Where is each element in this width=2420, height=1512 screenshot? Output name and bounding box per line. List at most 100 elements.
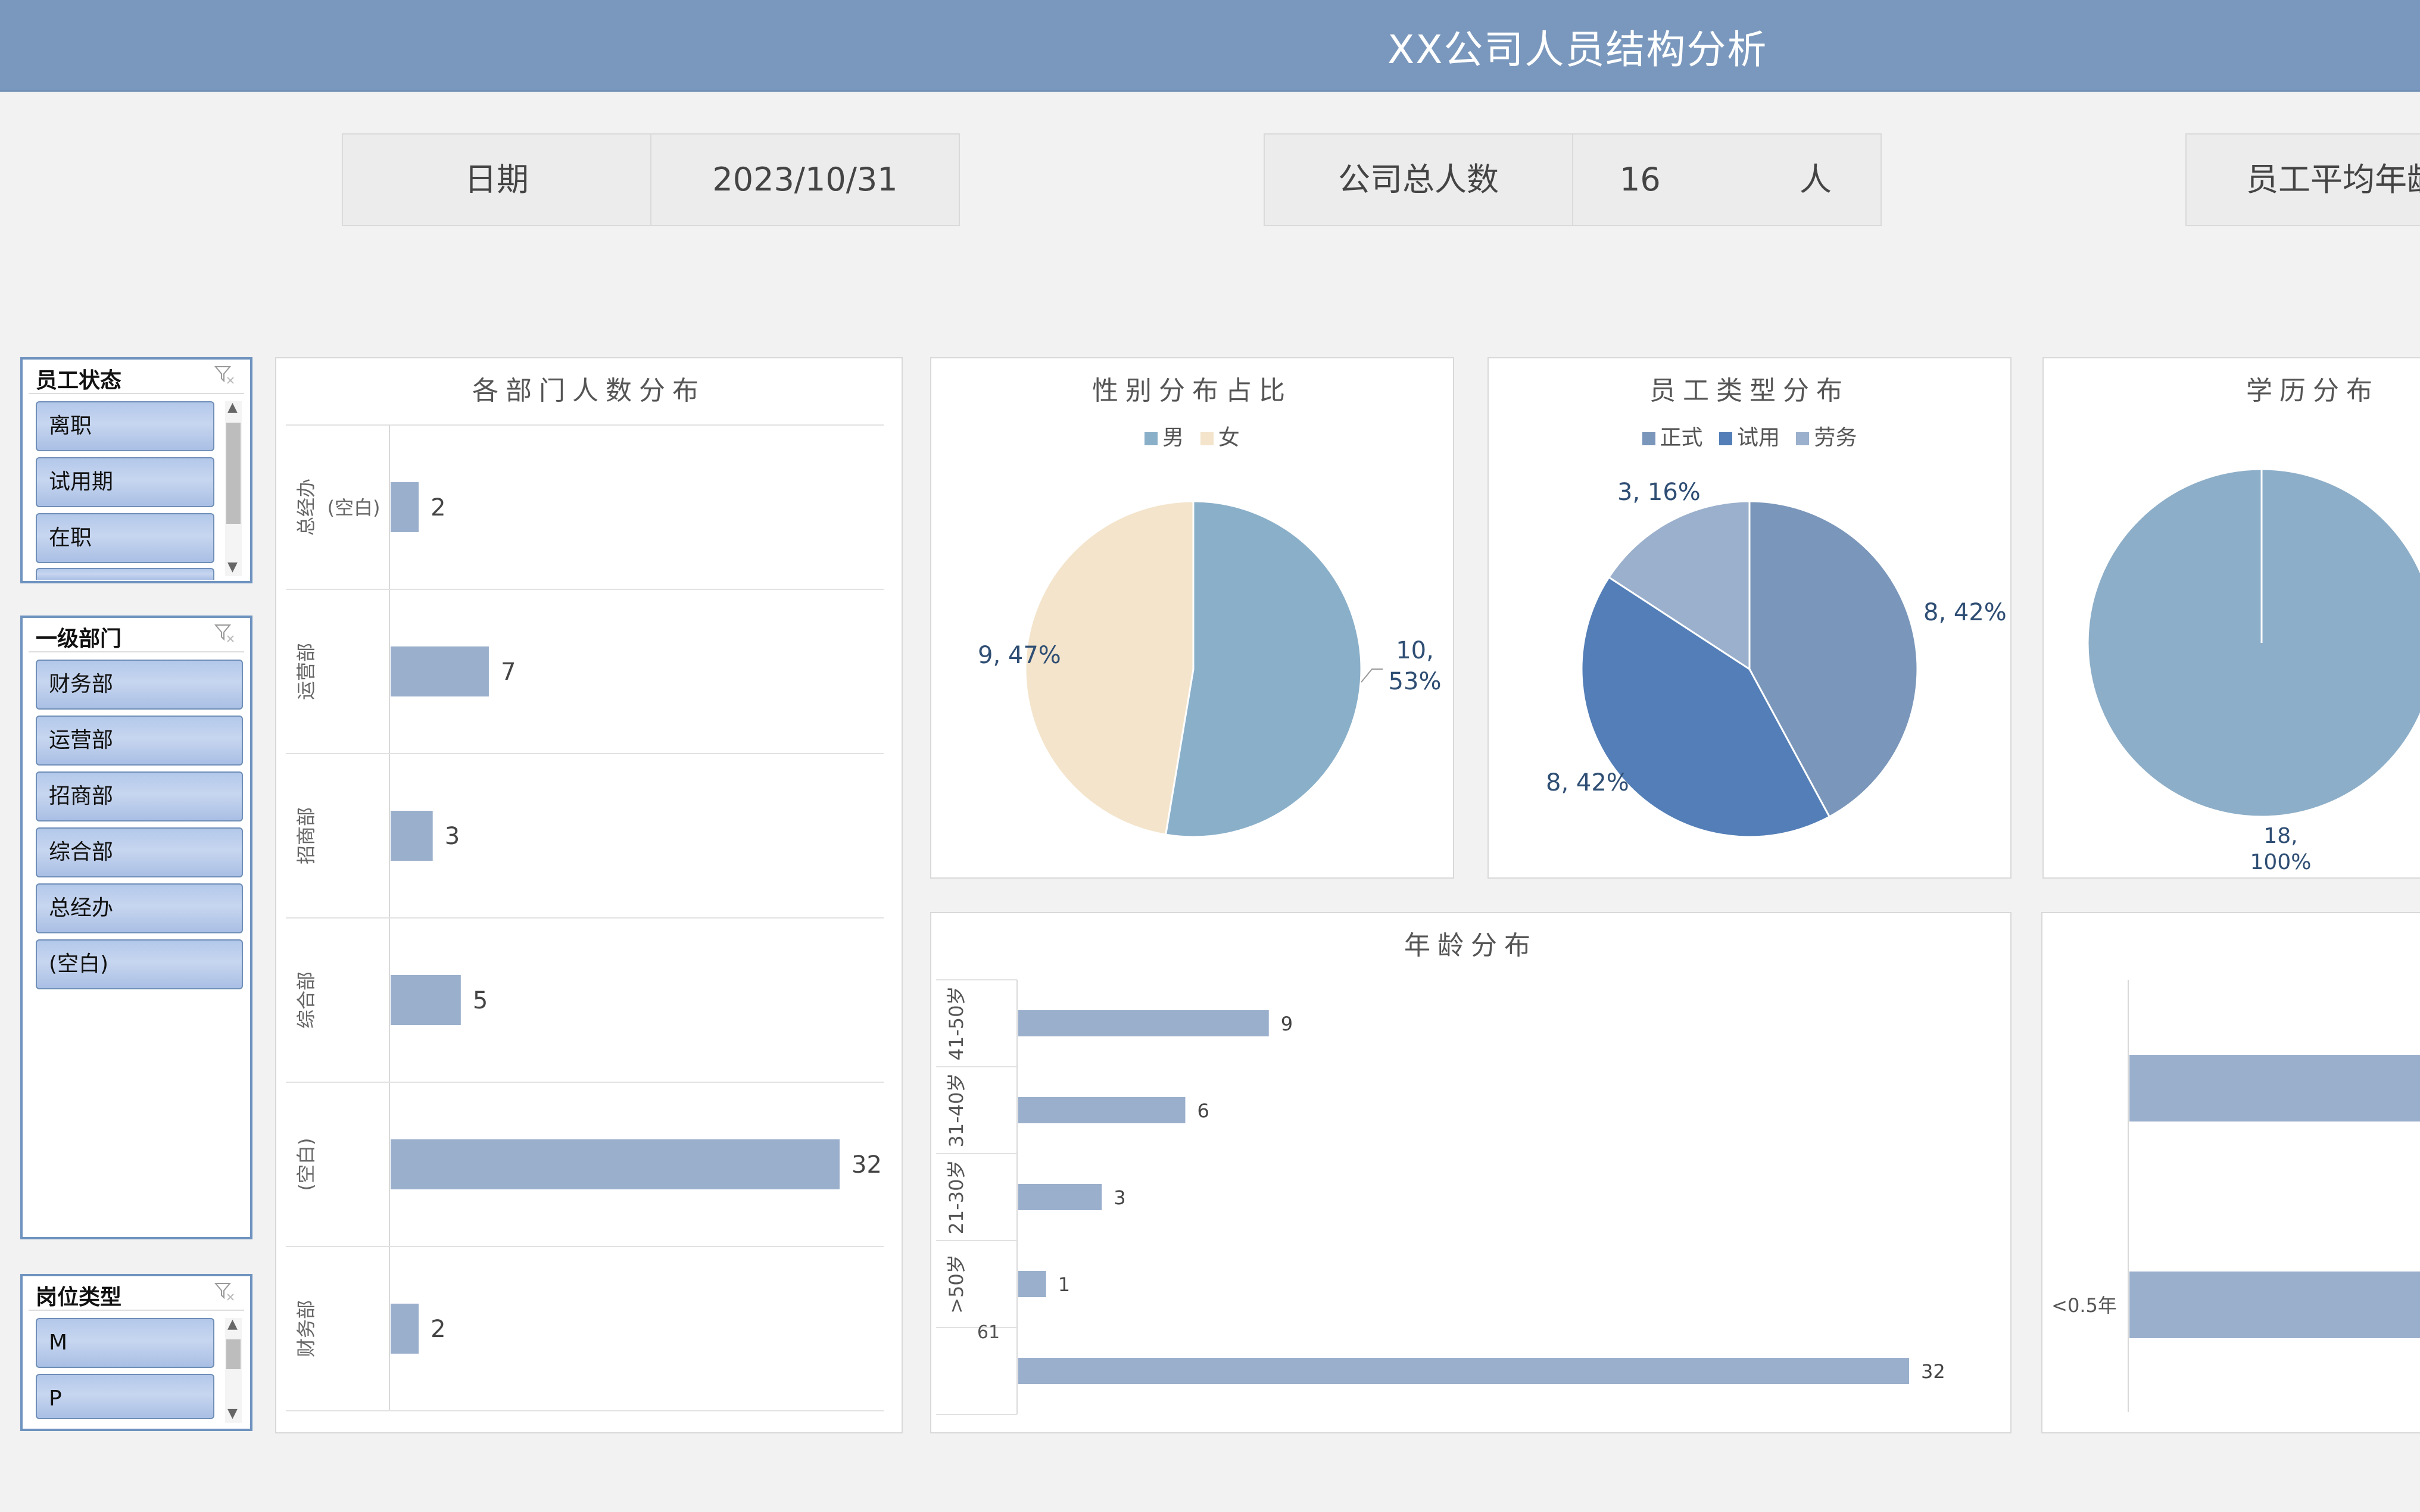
- scrollbar-thumb[interactable]: [226, 423, 241, 524]
- scroll-down-icon[interactable]: ▼: [227, 1407, 238, 1420]
- slicer-title: 岗位类型: [36, 1285, 122, 1310]
- type-chart: 8, 42% 8, 42% 3, 16%: [1546, 479, 2007, 838]
- bar: [391, 1139, 840, 1189]
- tenure-chart-panel: <0.5年: [2041, 912, 2420, 1433]
- slicer-item-probation[interactable]: 试用期: [36, 457, 214, 507]
- scroll-up-icon[interactable]: ▲: [227, 1318, 238, 1331]
- scroll-down-icon[interactable]: ▼: [227, 561, 238, 574]
- bar-value-label: 2: [431, 494, 445, 521]
- bar: [1018, 1271, 1046, 1297]
- kpi-total-value: 16: [1620, 161, 1661, 198]
- slice-label-male: 10,: [1396, 637, 1434, 664]
- bar-value-label: 3: [1114, 1186, 1125, 1209]
- scroll-up-icon[interactable]: ▲: [227, 401, 238, 414]
- kpi-avg-age: 员工平均年龄: [2185, 133, 2420, 226]
- slicer-item-operations[interactable]: 运营部: [36, 716, 243, 766]
- slicer-scrollbar[interactable]: ▲ ▼: [225, 1318, 242, 1423]
- tenure-chart: <0.5年: [2051, 980, 2420, 1412]
- bar-value-label: 3: [445, 823, 460, 850]
- slicer-item-investment[interactable]: 招商部: [36, 771, 243, 821]
- bar-value-label: 6: [1197, 1099, 1209, 1122]
- bar: [391, 975, 461, 1025]
- clear-filter-icon[interactable]: [213, 364, 237, 386]
- bar: [2129, 1272, 2420, 1338]
- gender-chart: 10, 53% 9, 47%: [978, 500, 1442, 838]
- sub-category-label: (空白): [328, 496, 381, 519]
- slice-label-edu: 18,: [2263, 824, 2297, 848]
- age-chart-panel: 年龄分布 41-50岁 9 31-40岁 6 21-30岁 3 >50岁 1 32 61: [930, 912, 2012, 1433]
- slice-label-formal: 8, 42%: [1923, 599, 2007, 626]
- kpi-total: 公司总人数 16 人: [1264, 133, 1882, 226]
- kpi-date-value: 2023/10/31: [712, 161, 898, 198]
- slicer-item-active[interactable]: 在职: [36, 513, 214, 563]
- slicer-divider: [29, 1310, 244, 1311]
- slicer-item-finance[interactable]: 财务部: [36, 660, 243, 710]
- slice-label-edu-pct: 100%: [2250, 850, 2312, 874]
- category-label: (空白): [295, 1138, 317, 1191]
- clear-filter-icon[interactable]: [213, 1281, 237, 1302]
- slicer-position-type: 岗位类型 M P ▲ ▼: [20, 1274, 252, 1431]
- bar-value-label: 7: [501, 658, 516, 686]
- slicer-item-general[interactable]: 综合部: [36, 827, 243, 877]
- bar: [1018, 1097, 1186, 1123]
- slice-label-female: 9, 47%: [978, 642, 1061, 669]
- slicer-department: 一级部门 财务部 运营部 招商部 综合部 总经办 (空白): [20, 616, 252, 1239]
- slicer-scrollbar[interactable]: ▲ ▼: [225, 401, 242, 576]
- bar: [1018, 1358, 1909, 1384]
- dept-chart: 总经办 (空白) 2 运营部 7 招商部 3 综合部 5 (空白) 32 财务部 2: [286, 424, 884, 1411]
- category-label: 运营部: [295, 643, 317, 700]
- slicer-employee-status: 员工状态 离职 试用期 在职 ▲ ▼: [20, 357, 252, 583]
- edu-chart: 18,100%: [2087, 468, 2420, 874]
- bar-value-label: 5: [473, 987, 488, 1014]
- kpi-total-unit: 人: [1800, 161, 1832, 198]
- bar: [391, 1304, 419, 1354]
- clear-filter-icon[interactable]: [213, 623, 237, 644]
- category-label: 招商部: [295, 807, 317, 864]
- slicer-item-blank[interactable]: (空白): [36, 939, 243, 989]
- category-label: 41-50岁: [945, 986, 968, 1061]
- age-chart: 41-50岁 9 31-40岁 6 21-30岁 3 >50岁 1 32 61: [936, 979, 1945, 1415]
- pie-slice: [1164, 500, 1362, 838]
- inner-axis-label: 61: [977, 1322, 1000, 1343]
- category-label: 综合部: [295, 971, 317, 1029]
- edu-chart-panel: 学历分布 18, 100%: [2042, 357, 2420, 879]
- dept-chart-panel: 各部门人数分布 总经办 (空白) 2 运营部 7 招商部 3 综合部 5 (空白) 32 财务部 2: [275, 357, 903, 1433]
- slicer-item-gm-office[interactable]: 总经办: [36, 883, 243, 933]
- kpi-date: 日期 2023/10/31: [342, 133, 960, 226]
- scrollbar-thumb[interactable]: [226, 1339, 241, 1369]
- type-chart-panel: 员工类型分布 正式 试用 劳务 8, 42% 8, 42% 3, 16%: [1487, 357, 2012, 879]
- bar-value-label: 32: [1921, 1360, 1945, 1383]
- kpi-date-label: 日期: [464, 161, 529, 198]
- gender-chart-panel: 性别分布占比 男 女 10, 53% 9, 47%: [930, 357, 1454, 879]
- slicer-title: 员工状态: [36, 368, 122, 393]
- leader-line: [1361, 668, 1383, 683]
- category-label: 财务部: [295, 1300, 317, 1357]
- bar: [2129, 1055, 2420, 1121]
- bar: [1018, 1184, 1102, 1210]
- slice-label-trial: 8, 42%: [1546, 769, 1629, 796]
- slicer-divider: [29, 393, 244, 394]
- category-label: >50岁: [945, 1254, 968, 1314]
- bar-value-label: 1: [1058, 1273, 1070, 1296]
- slicer-item-partial[interactable]: [36, 568, 214, 580]
- bar: [391, 811, 433, 861]
- kpi-total-label: 公司总人数: [1338, 161, 1499, 198]
- kpi-divider: [1572, 135, 1573, 225]
- kpi-avg-age-label: 员工平均年龄: [2246, 161, 2420, 198]
- slice-label-male-pct: 53%: [1389, 668, 1442, 695]
- slicer-title: 一级部门: [36, 627, 122, 651]
- bar-value-label: 2: [431, 1316, 445, 1343]
- bar: [1018, 1010, 1269, 1036]
- category-label: 总经办: [295, 479, 317, 536]
- bar-value-label: 9: [1281, 1013, 1293, 1035]
- bar-value-label: 32: [852, 1151, 882, 1179]
- bar: [391, 646, 489, 696]
- slicer-item-p[interactable]: P: [36, 1374, 214, 1419]
- page-title: XX公司人员结构分析: [1387, 27, 1768, 73]
- category-label: <0.5年: [2051, 1294, 2117, 1317]
- slicer-item-resigned[interactable]: 离职: [36, 401, 214, 451]
- slicer-divider: [29, 651, 244, 652]
- slicer-item-m[interactable]: M: [36, 1318, 214, 1368]
- slice-label-labor: 3, 16%: [1617, 479, 1701, 506]
- bar: [391, 482, 419, 532]
